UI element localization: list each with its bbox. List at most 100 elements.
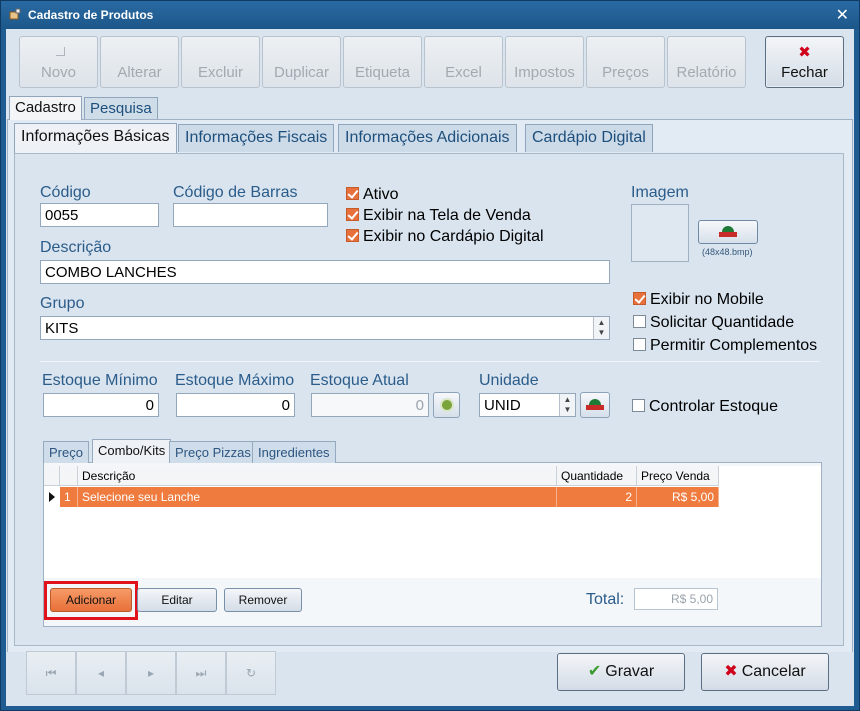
cancelar-button[interactable]: ✖ Cancelar bbox=[701, 653, 829, 691]
load-image-button[interactable] bbox=[698, 220, 758, 244]
etiqueta-button[interactable]: Etiqueta bbox=[343, 36, 422, 88]
cancel-x-icon: ✖ bbox=[724, 663, 738, 680]
controlar-estoque-check-box bbox=[632, 399, 645, 412]
exibir-mobile-label: Exibir no Mobile bbox=[650, 291, 764, 308]
tab-preco-pizzas[interactable]: Preço Pizzas bbox=[169, 441, 257, 463]
tab-cadastro[interactable]: Cadastro bbox=[9, 96, 82, 120]
tab-informacoes-fiscais[interactable]: Informações Fiscais bbox=[178, 124, 335, 152]
client-area: Novo Alterar Excluir Duplicar Etiqueta E… bbox=[6, 29, 854, 706]
image-preview[interactable] bbox=[631, 204, 689, 262]
exibir-venda-label: Exibir na Tela de Venda bbox=[363, 207, 531, 224]
tab-combo-kits[interactable]: Combo/Kits bbox=[92, 439, 172, 463]
codigo-barras-input[interactable] bbox=[173, 203, 328, 227]
row-quantidade[interactable]: 2 bbox=[557, 487, 637, 507]
ativo-label: Ativo bbox=[363, 186, 399, 203]
tab-pesquisa[interactable]: Pesquisa bbox=[84, 97, 158, 119]
excel-label: Excel bbox=[445, 64, 482, 81]
precos-label: Preços bbox=[602, 64, 649, 81]
estoque-detail-button[interactable] bbox=[433, 392, 460, 418]
gravar-button[interactable]: ✔ Gravar bbox=[557, 653, 685, 691]
exibir-mobile-checkbox[interactable]: Exibir no Mobile bbox=[633, 291, 764, 309]
grupo-label: Grupo bbox=[40, 295, 85, 312]
total-value: R$ 5,00 bbox=[634, 588, 718, 610]
unidade-add-button[interactable] bbox=[580, 392, 610, 418]
tab-ingredientes[interactable]: Ingredientes bbox=[252, 441, 336, 463]
divider bbox=[40, 361, 820, 362]
ativo-check-box bbox=[346, 187, 359, 200]
close-icon: ✖ bbox=[798, 44, 811, 61]
prev-icon: ◂ bbox=[97, 666, 105, 680]
imagem-label: Imagem bbox=[631, 184, 689, 201]
solicitar-qtd-label: Solicitar Quantidade bbox=[650, 314, 795, 331]
exibir-tela-venda-checkbox[interactable]: Exibir na Tela de Venda bbox=[346, 207, 531, 225]
unidade-dropdown-icon[interactable]: ▲ ▼ bbox=[559, 394, 575, 416]
fechar-label: Fechar bbox=[781, 64, 828, 81]
fechar-button[interactable]: ✖ Fechar bbox=[765, 36, 844, 88]
permitir-complementos-checkbox[interactable]: Permitir Complementos bbox=[633, 337, 817, 355]
app-icon bbox=[9, 8, 21, 20]
grupo-dropdown-icon[interactable]: ▲ ▼ bbox=[593, 317, 609, 339]
estoque-atual-label: Estoque Atual bbox=[310, 372, 409, 389]
table-row[interactable]: 1 Selecione seu Lanche 2 R$ 5,00 bbox=[44, 487, 719, 507]
combo-grid[interactable]: Descrição Quantidade Preço Venda 1 Selec… bbox=[44, 466, 821, 578]
descricao-input[interactable]: COMBO LANCHES bbox=[40, 260, 610, 284]
controlar-estoque-label: Controlar Estoque bbox=[649, 398, 778, 415]
relatorio-button[interactable]: Relatório bbox=[667, 36, 746, 88]
first-record-button[interactable]: ⏮ bbox=[26, 651, 76, 695]
remover-button[interactable]: Remover bbox=[224, 588, 302, 612]
controlar-estoque-checkbox[interactable]: Controlar Estoque bbox=[632, 398, 778, 416]
codigo-label: Código bbox=[40, 184, 91, 201]
precos-button[interactable]: Preços bbox=[586, 36, 665, 88]
exibir-cardapio-checkbox[interactable]: Exibir no Cardápio Digital bbox=[346, 228, 544, 246]
grupo-value: KITS bbox=[45, 320, 79, 337]
excel-button[interactable]: Excel bbox=[424, 36, 503, 88]
col-quantidade-header[interactable]: Quantidade bbox=[557, 466, 637, 486]
novo-label: Novo bbox=[40, 64, 77, 81]
gravar-label: Gravar bbox=[605, 663, 655, 680]
duplicar-button[interactable]: Duplicar bbox=[262, 36, 341, 88]
col-descricao-header[interactable]: Descrição bbox=[78, 466, 557, 486]
solicitar-quantidade-checkbox[interactable]: Solicitar Quantidade bbox=[633, 314, 794, 332]
excluir-button[interactable]: Excluir bbox=[181, 36, 260, 88]
tab-informacoes-adicionais[interactable]: Informações Adicionais bbox=[338, 124, 517, 152]
title-bar: Cadastro de Produtos ✕ bbox=[1, 1, 859, 29]
next-record-button[interactable]: ▸ bbox=[126, 651, 176, 695]
cancelar-label: Cancelar bbox=[741, 663, 806, 680]
unidade-value: UNID bbox=[484, 397, 521, 414]
tab-preco[interactable]: Preço bbox=[43, 441, 89, 463]
editar-button[interactable]: Editar bbox=[137, 588, 217, 612]
excluir-label: Excluir bbox=[197, 64, 243, 81]
unidade-select[interactable]: UNID ▲ ▼ bbox=[479, 393, 576, 417]
alterar-button[interactable]: Alterar bbox=[100, 36, 179, 88]
row-descricao[interactable]: Selecione seu Lanche bbox=[78, 487, 557, 507]
row-preco[interactable]: R$ 5,00 bbox=[637, 487, 719, 507]
row-number: 1 bbox=[60, 487, 78, 507]
refresh-button[interactable]: ↻ bbox=[226, 651, 276, 695]
exibir-mobile-check-box bbox=[633, 292, 646, 305]
window-close-icon[interactable]: ✕ bbox=[836, 5, 849, 25]
codigo-input[interactable]: 0055 bbox=[40, 203, 159, 227]
tab-cardapio-digital[interactable]: Cardápio Digital bbox=[525, 124, 653, 152]
grupo-select[interactable]: KITS ▲ ▼ bbox=[40, 316, 610, 340]
window-title: Cadastro de Produtos bbox=[28, 8, 154, 22]
check-icon: ✔ bbox=[587, 663, 602, 680]
col-preco-header[interactable]: Preço Venda bbox=[637, 466, 719, 486]
estoque-atual-input: 0 bbox=[311, 393, 429, 417]
indicator-header bbox=[44, 466, 60, 486]
last-record-button[interactable]: ⏭ bbox=[176, 651, 226, 695]
load-image-icon bbox=[719, 226, 737, 238]
tab-informacoes-basicas[interactable]: Informações Básicas bbox=[14, 123, 177, 153]
impostos-button[interactable]: Impostos bbox=[505, 36, 584, 88]
prev-record-button[interactable]: ◂ bbox=[76, 651, 126, 695]
estoque-minimo-input[interactable]: 0 bbox=[43, 393, 159, 417]
permitir-comp-label: Permitir Complementos bbox=[650, 337, 818, 354]
novo-button[interactable]: Novo bbox=[19, 36, 98, 88]
estoque-maximo-input[interactable]: 0 bbox=[176, 393, 295, 417]
toolbar: Novo Alterar Excluir Duplicar Etiqueta E… bbox=[6, 29, 854, 93]
duplicar-label: Duplicar bbox=[273, 64, 330, 81]
ativo-checkbox[interactable]: Ativo bbox=[346, 186, 399, 204]
total-label: Total: bbox=[586, 591, 625, 608]
solicitar-qtd-check-box bbox=[633, 315, 646, 328]
permitir-comp-check-box bbox=[633, 338, 646, 351]
unidade-add-icon bbox=[586, 399, 604, 411]
